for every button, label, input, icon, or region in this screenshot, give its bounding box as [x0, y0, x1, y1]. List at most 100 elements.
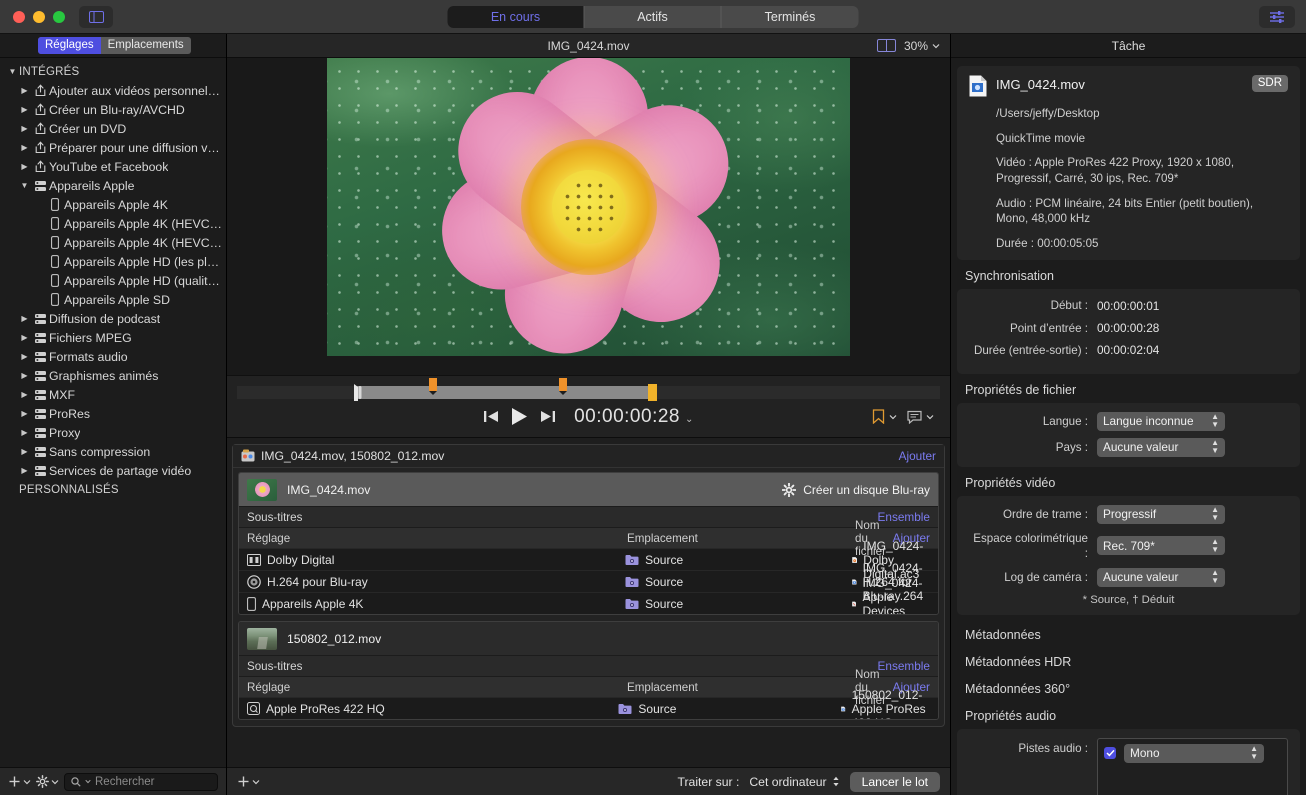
sidebar-item-mxf[interactable]: ▶ MXF — [0, 385, 226, 404]
output-row[interactable]: Dolby Digital Source IMG_0424-Dolby Digi… — [239, 548, 938, 570]
sidebar-tab-emplacements[interactable]: Emplacements — [101, 37, 191, 54]
marker-menu-button[interactable] — [872, 409, 897, 424]
sidebar-item-ajouter-videos[interactable]: ▶ Ajouter aux vidéos personnel… — [0, 81, 226, 100]
tree-group-integres[interactable]: ▼ INTÉGRÉS — [0, 62, 226, 81]
disclosure-down-icon[interactable]: ▼ — [6, 67, 19, 76]
output-row[interactable]: Apple ProRes 422 HQ Source 150802_012-Ap… — [239, 697, 938, 719]
disclosure-right-icon[interactable]: ▶ — [18, 371, 31, 380]
disclosure-right-icon[interactable]: ▶ — [18, 333, 31, 342]
color-space-popup[interactable]: Rec. 709* ▲▼ — [1097, 536, 1225, 555]
field-order-popup[interactable]: Progressif ▲▼ — [1097, 505, 1225, 524]
sync-label: Point d’entrée : — [969, 321, 1097, 336]
start-batch-button[interactable]: Lancer le lot — [850, 772, 940, 792]
disclosure-right-icon[interactable]: ▶ — [18, 447, 31, 456]
output-filename: IMG_0424-Apple Devices 4K.m4v — [852, 576, 930, 616]
section-title-metadonnees-hdr[interactable]: Métadonnées HDR — [965, 655, 1300, 669]
split-view-button[interactable] — [877, 39, 896, 52]
disclosure-right-icon[interactable]: ▶ — [18, 143, 31, 152]
job-action[interactable]: Créer un disque Blu-ray — [782, 483, 930, 497]
sidebar-item-services-partage-video[interactable]: ▶ Services de partage vidéo — [0, 461, 226, 480]
zoom-level-popup[interactable]: 30% — [904, 39, 940, 53]
sidebar-item-graphismes-animes[interactable]: ▶ Graphismes animés — [0, 366, 226, 385]
out-point-handle[interactable] — [648, 384, 657, 401]
sidebar-item-creer-dvd[interactable]: ▶ Créer un DVD — [0, 119, 226, 138]
footer-right-group: Traiter sur : Cet ordinateur Lancer le l… — [678, 772, 941, 792]
disclosure-right-icon[interactable]: ▶ — [18, 409, 31, 418]
sidebar-item-formats-audio[interactable]: ▶ Formats audio — [0, 347, 226, 366]
search-input[interactable]: Rechercher — [64, 773, 218, 791]
disclosure-down-icon[interactable]: ▼ — [18, 181, 31, 190]
tab-en-cours[interactable]: En cours — [448, 6, 585, 28]
tab-actifs[interactable]: Actifs — [585, 6, 722, 28]
sidebar-item-creer-bluray[interactable]: ▶ Créer un Blu-ray/AVCHD — [0, 100, 226, 119]
status-tabs[interactable]: En cours Actifs Terminés — [448, 6, 859, 28]
tree-group-personnalises[interactable]: PERSONNALISÉS — [0, 480, 226, 499]
scrubber[interactable] — [237, 383, 940, 401]
disclosure-right-icon[interactable]: ▶ — [18, 105, 31, 114]
video-properties-card: Ordre de trame : Progressif ▲▼ Espace co… — [957, 496, 1300, 615]
audio-track-item[interactable]: Mono ▲▼ — [1104, 744, 1281, 763]
disclosure-right-icon[interactable]: ▶ — [18, 314, 31, 323]
sidebar-item-appareils-apple[interactable]: ▼ Appareils Apple — [0, 176, 226, 195]
sidebar-item-diffusion-podcast[interactable]: ▶ Diffusion de podcast — [0, 309, 226, 328]
sidebar-segmented-control[interactable]: Réglages Emplacements — [38, 37, 191, 54]
timecode-display[interactable]: 00:00:00:28⌄ — [574, 406, 694, 428]
language-popup[interactable]: Langue inconnue ▲▼ — [1097, 412, 1225, 431]
device-icon — [46, 274, 64, 287]
disclosure-right-icon[interactable]: ▶ — [18, 86, 31, 95]
sidebar-toggle-button[interactable] — [79, 6, 113, 28]
settings-action-button[interactable] — [36, 775, 59, 788]
sidebar-item-appareils-apple-hd-2[interactable]: Appareils Apple HD (qualit… — [0, 271, 226, 290]
sidebar-item-appareils-apple-4k-hevc-2[interactable]: Appareils Apple 4K (HEVC… — [0, 233, 226, 252]
disclosure-right-icon[interactable]: ▶ — [18, 124, 31, 133]
sidebar-item-appareils-apple-sd[interactable]: Appareils Apple SD — [0, 290, 226, 309]
country-popup[interactable]: Aucune valeur ▲▼ — [1097, 438, 1225, 457]
sidebar-item-proxy[interactable]: ▶ Proxy — [0, 423, 226, 442]
disclosure-right-icon[interactable]: ▶ — [18, 466, 31, 475]
output-location: Source — [625, 597, 852, 611]
chevron-down-icon[interactable]: ⌄ — [685, 414, 694, 425]
video-preview[interactable] — [327, 58, 850, 356]
minimize-button[interactable] — [33, 11, 45, 23]
disclosure-right-icon[interactable]: ▶ — [18, 162, 31, 171]
output-row[interactable]: Appareils Apple 4K Source IMG_0424-Apple… — [239, 592, 938, 614]
sidebar-item-preparer-diffusion[interactable]: ▶ Préparer pour une diffusion v… — [0, 138, 226, 157]
disclosure-right-icon[interactable]: ▶ — [18, 390, 31, 399]
sidebar-item-fichiers-mpeg[interactable]: ▶ Fichiers MPEG — [0, 328, 226, 347]
process-on-popup[interactable]: Cet ordinateur — [749, 775, 839, 789]
previous-button[interactable] — [483, 409, 499, 424]
sidebar-item-sans-compression[interactable]: ▶ Sans compression — [0, 442, 226, 461]
sidebar-footer-toolbar: Rechercher — [0, 767, 226, 795]
next-button[interactable] — [540, 409, 556, 424]
sidebar-item-appareils-apple-hd-1[interactable]: Appareils Apple HD (les pl… — [0, 252, 226, 271]
zoom-button[interactable] — [53, 11, 65, 23]
disclosure-right-icon[interactable]: ▶ — [18, 428, 31, 437]
audio-track-checkbox[interactable] — [1104, 747, 1116, 759]
audio-track-popup[interactable]: Mono ▲▼ — [1124, 744, 1264, 763]
marker-2[interactable] — [559, 378, 567, 391]
video-properties-footnote: * Source, † Déduit — [969, 594, 1288, 606]
job-item[interactable]: 150802_012.mov Sous-titres Ensemble Régl… — [238, 621, 939, 720]
add-job-button[interactable] — [237, 775, 260, 788]
inspector-toggle-button[interactable] — [1259, 6, 1295, 28]
sidebar-tab-reglages[interactable]: Réglages — [38, 37, 101, 54]
close-button[interactable] — [13, 11, 25, 23]
disclosure-right-icon[interactable]: ▶ — [18, 352, 31, 361]
sidebar-item-appareils-apple-4k-hevc-1[interactable]: Appareils Apple 4K (HEVC… — [0, 214, 226, 233]
sidebar-item-prores[interactable]: ▶ ProRes — [0, 404, 226, 423]
camera-log-popup[interactable]: Aucune valeur ▲▼ — [1097, 568, 1225, 587]
marker-1[interactable] — [429, 378, 437, 391]
batch-add-link[interactable]: Ajouter — [899, 449, 936, 463]
section-title-metadonnees[interactable]: Métadonnées — [965, 628, 1300, 642]
section-title-metadonnees-360[interactable]: Métadonnées 360° — [965, 682, 1300, 696]
job-item[interactable]: IMG_0424.mov — [238, 472, 939, 615]
playhead[interactable] — [354, 383, 363, 402]
add-setting-button[interactable] — [8, 775, 31, 788]
play-button[interactable] — [511, 407, 528, 426]
tab-termines[interactable]: Terminés — [722, 6, 859, 28]
sidebar-item-label: YouTube et Facebook — [49, 160, 168, 174]
output-row[interactable]: H.264 pour Blu-ray Source IMG_0424-H.264… — [239, 570, 938, 592]
sidebar-item-youtube-facebook[interactable]: ▶ YouTube et Facebook — [0, 157, 226, 176]
caption-menu-button[interactable] — [907, 410, 934, 424]
sidebar-item-appareils-apple-4k[interactable]: Appareils Apple 4K — [0, 195, 226, 214]
